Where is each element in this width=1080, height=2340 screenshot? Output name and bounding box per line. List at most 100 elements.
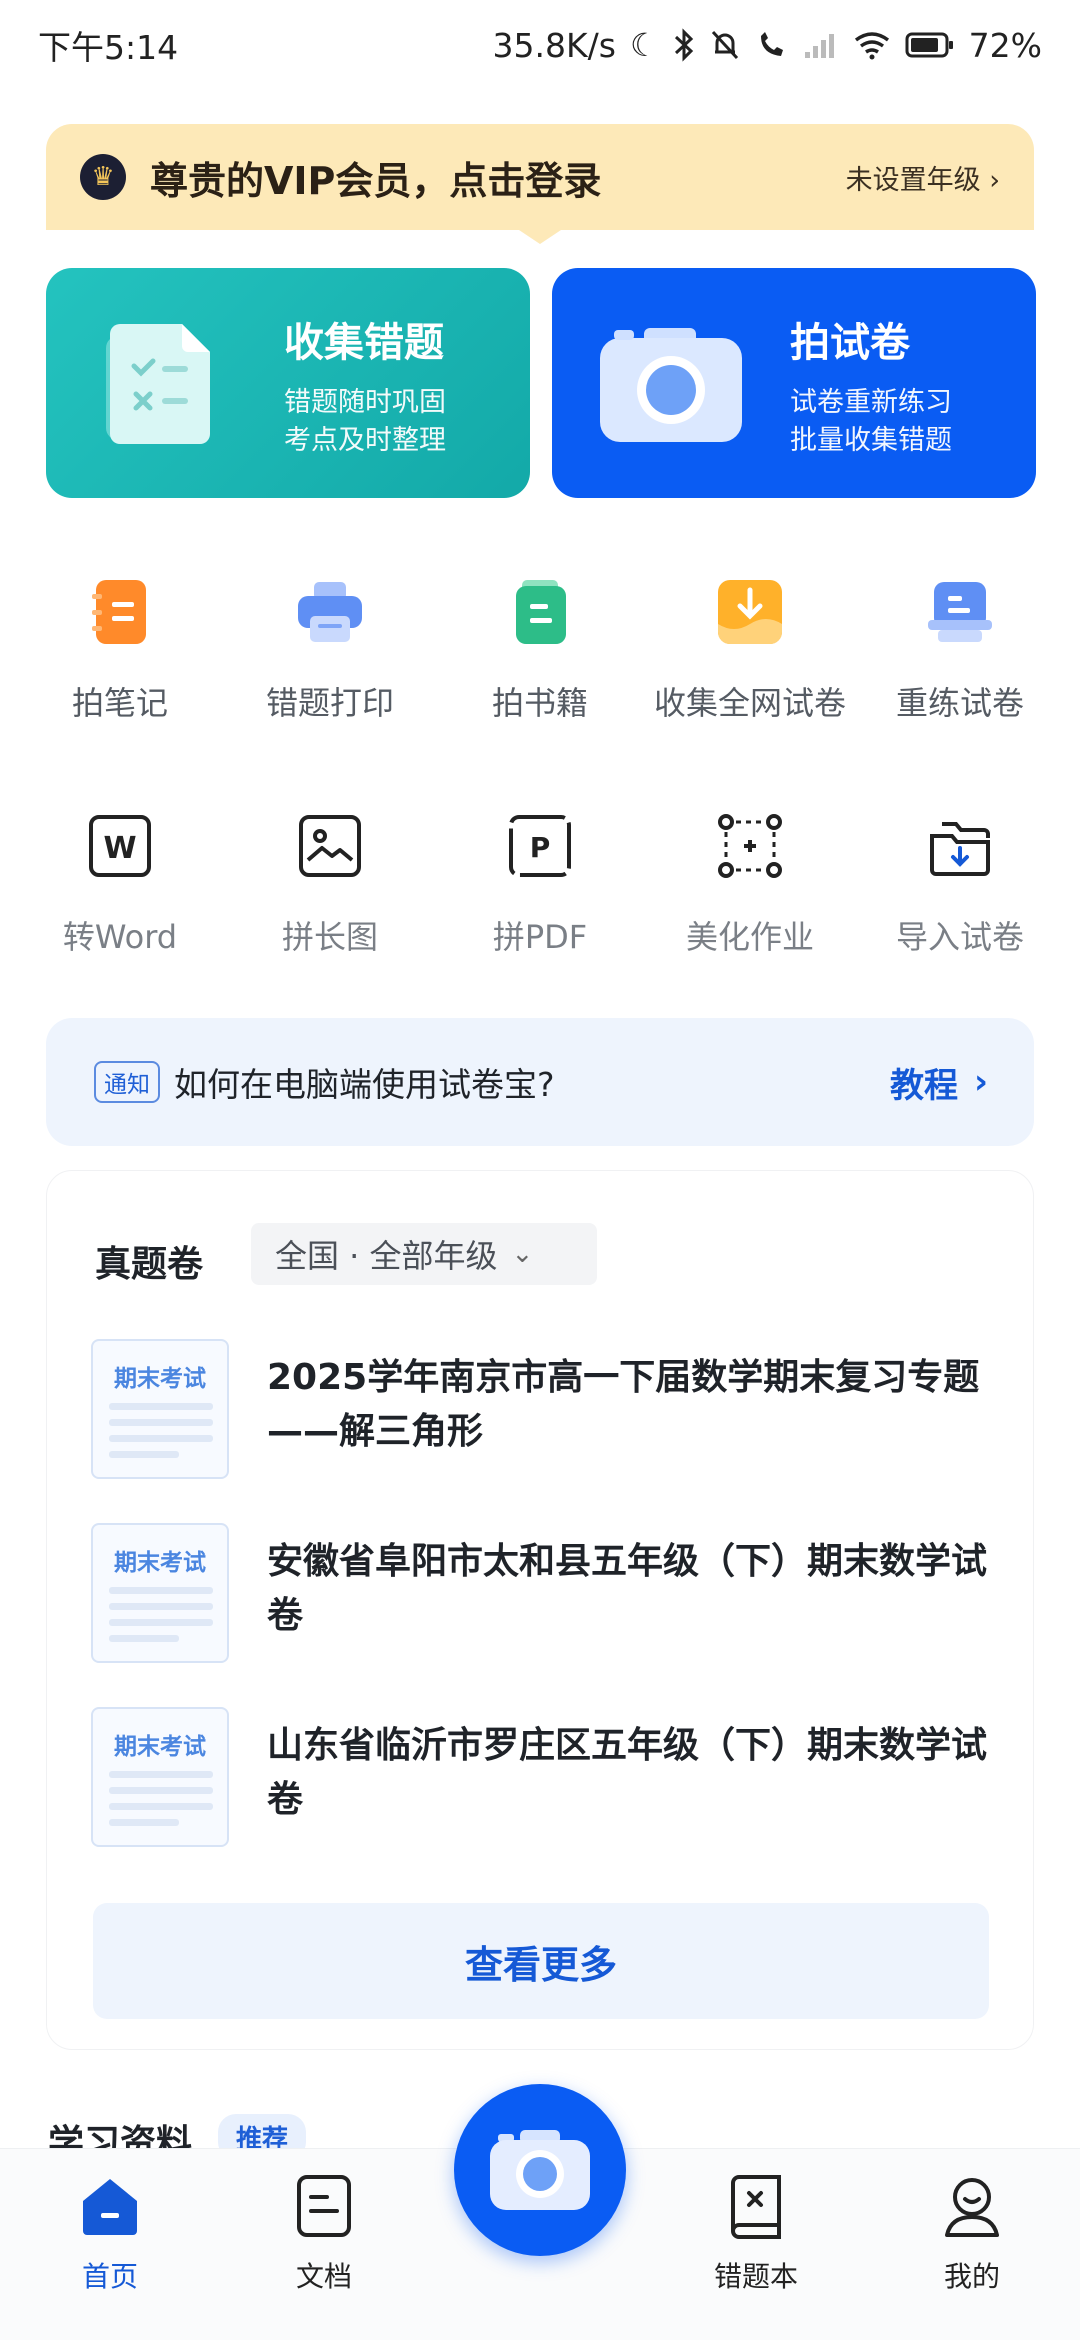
- region-grade-filter[interactable]: 全国 · 全部年级 ⌄: [251, 1223, 597, 1285]
- tab-label: 首页: [81, 2260, 138, 2293]
- section-title: 真题卷: [95, 1244, 204, 1285]
- word-icon: W: [89, 815, 151, 877]
- long-image-icon: [299, 815, 361, 877]
- banner-pointer: [516, 228, 564, 244]
- view-more-button[interactable]: 查看更多: [93, 1903, 989, 2019]
- tab-mistake-book[interactable]: 错题本: [676, 2173, 836, 2295]
- collect-mistakes-card[interactable]: 收集错题 错题随时巩固 考点及时整理: [46, 268, 530, 498]
- tool-label: 收集全网试卷: [653, 684, 846, 722]
- beautify-icon: [718, 814, 782, 878]
- thumbnail-line: [109, 1451, 179, 1458]
- card-title: 收集错题: [284, 320, 444, 366]
- tool-label: 导入试卷: [895, 918, 1024, 956]
- notebook-icon: [92, 580, 146, 644]
- book-icon: [516, 580, 566, 644]
- card-subtitle: 试卷重新练习: [790, 387, 952, 418]
- tab-home[interactable]: 首页: [30, 2173, 190, 2295]
- real-exam-section: 真题卷 全国 · 全部年级 ⌄ 期末考试 2025学年南京市高一下届数学期末复习…: [46, 1170, 1034, 2050]
- paper-thumbnail: 期末考试: [91, 1339, 229, 1479]
- card-subtitle: 考点及时整理: [284, 425, 446, 456]
- notice-text: 如何在电脑端使用试卷宝?: [174, 1065, 555, 1104]
- home-icon: [83, 2179, 137, 2235]
- thumbnail-line: [109, 1771, 213, 1778]
- tool-book-photo[interactable]: 拍书籍: [432, 580, 648, 724]
- battery-level: 72%: [968, 25, 1042, 65]
- status-icons: 35.8K/s ☾ 72%: [493, 26, 1042, 65]
- bluetooth-icon: [674, 28, 693, 62]
- tool-print-mistakes[interactable]: 错题打印: [222, 580, 438, 724]
- thumbnail-line: [109, 1403, 213, 1410]
- tool-note-photo[interactable]: 拍笔记: [12, 580, 228, 724]
- notice-tag: 通知: [94, 1061, 160, 1103]
- tab-profile[interactable]: 我的: [892, 2173, 1052, 2295]
- thumbnail-line: [109, 1587, 213, 1594]
- status-bar: 下午5:14 35.8K/s ☾ 72%: [0, 0, 1080, 90]
- filter-value: 全国 · 全部年级: [275, 1237, 498, 1275]
- paper-thumbnail: 期末考试: [91, 1707, 229, 1847]
- vip-login-banner[interactable]: ♛ 尊贵的VIP会员，点击登录 未设置年级 ›: [46, 124, 1034, 230]
- card-title: 拍试卷: [790, 320, 910, 366]
- camera-icon: [600, 328, 742, 442]
- tool-beautify-homework[interactable]: 美化作业: [642, 814, 858, 958]
- document-check-icon: [106, 324, 210, 444]
- paper-title: 安徽省阜阳市太和县五年级（下）期末数学试卷: [267, 1541, 988, 1636]
- moon-icon: ☾: [629, 26, 659, 64]
- tool-label: 错题打印: [265, 684, 394, 722]
- paper-title: 山东省临沂市罗庄区五年级（下）期末数学试卷: [267, 1725, 988, 1820]
- download-tray-icon: [718, 580, 782, 644]
- tool-merge-pdf[interactable]: P 拼PDF: [432, 814, 648, 958]
- tool-redo-exam[interactable]: 重练试卷: [852, 580, 1068, 724]
- battery-icon: [905, 32, 953, 58]
- tool-label: 转Word: [62, 918, 178, 956]
- camera-capture-button[interactable]: [454, 2084, 626, 2256]
- wifi-icon: [854, 32, 889, 60]
- scan-exam-card[interactable]: 拍试卷 试卷重新练习 批量收集错题: [552, 268, 1036, 498]
- pdf-icon: P: [509, 815, 571, 877]
- import-folder-icon: [930, 822, 990, 876]
- signal-icon: [804, 34, 834, 58]
- paper-stack-icon: [928, 582, 992, 642]
- tab-label: 文档: [295, 2260, 352, 2293]
- tool-long-image[interactable]: 拼长图: [222, 814, 438, 958]
- svg-text:P: P: [530, 831, 551, 864]
- tool-to-word[interactable]: W 转Word: [12, 814, 228, 958]
- tool-label: 美化作业: [685, 918, 814, 956]
- card-subtitle: 批量收集错题: [790, 425, 952, 456]
- notice-bar[interactable]: 通知 如何在电脑端使用试卷宝? 教程 ›: [46, 1018, 1034, 1146]
- tab-documents[interactable]: 文档: [244, 2173, 404, 2295]
- svg-text:W: W: [103, 831, 136, 866]
- crown-icon: ♛: [80, 154, 126, 200]
- thumbnail-line: [109, 1819, 179, 1826]
- exam-paper-item[interactable]: 期末考试 安徽省阜阳市太和县五年级（下）期末数学试卷: [91, 1523, 991, 1663]
- camera-icon: [490, 2130, 590, 2210]
- chevron-right-icon: ›: [973, 1062, 988, 1102]
- tool-collect-web-exams[interactable]: 收集全网试卷: [642, 580, 858, 724]
- thumbnail-line: [109, 1603, 213, 1610]
- paper-thumbnail: 期末考试: [91, 1523, 229, 1663]
- grade-selector[interactable]: 未设置年级 ›: [846, 158, 1000, 197]
- chevron-down-icon: ⌄: [511, 1239, 534, 1269]
- mistake-book-icon: [731, 2175, 781, 2239]
- exam-paper-item[interactable]: 期末考试 山东省临沂市罗庄区五年级（下）期末数学试卷: [91, 1707, 991, 1847]
- status-time: 下午5:14: [38, 28, 179, 67]
- thumbnail-label: 期末考试: [114, 1734, 206, 1760]
- card-subtitle: 错题随时巩固: [284, 387, 446, 418]
- vip-login-text: 尊贵的VIP会员，点击登录: [150, 158, 602, 203]
- net-speed: 35.8K/s: [492, 25, 616, 65]
- thumbnail-line: [109, 1435, 213, 1442]
- printer-icon: [298, 582, 362, 642]
- tab-label: 错题本: [713, 2260, 798, 2293]
- tool-label: 拼PDF: [492, 918, 588, 956]
- exam-paper-item[interactable]: 期末考试 2025学年南京市高一下届数学期末复习专题——解三角形: [91, 1339, 991, 1479]
- thumbnail-line: [109, 1787, 213, 1794]
- tool-label: 拍笔记: [71, 684, 168, 722]
- thumbnail-line: [109, 1635, 179, 1642]
- tutorial-link[interactable]: 教程: [890, 1058, 958, 1107]
- tab-label: 我的: [943, 2260, 1000, 2293]
- thumbnail-label: 期末考试: [114, 1366, 206, 1392]
- paper-title: 2025学年南京市高一下届数学期末复习专题——解三角形: [267, 1357, 980, 1452]
- thumbnail-line: [109, 1619, 213, 1626]
- tool-label: 拍书籍: [491, 684, 588, 722]
- thumbnail-line: [109, 1419, 213, 1426]
- tool-import-exam[interactable]: 导入试卷: [852, 814, 1068, 958]
